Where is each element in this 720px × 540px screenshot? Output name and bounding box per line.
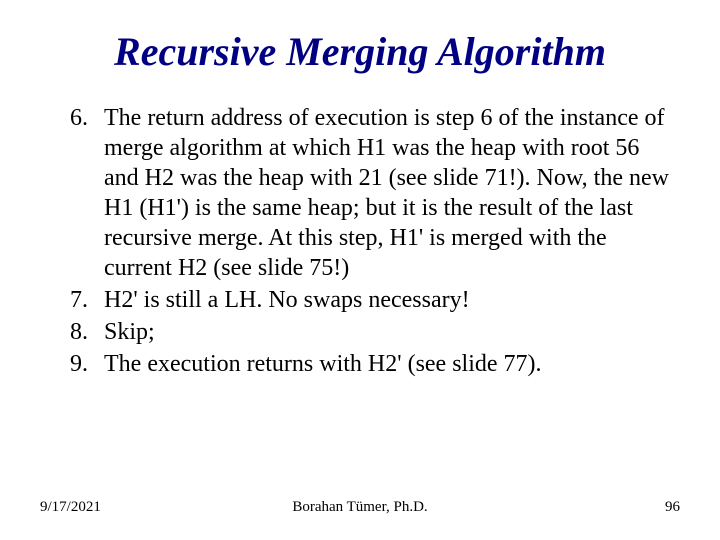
ordered-list: 6. The return address of execution is st… <box>40 103 680 379</box>
list-text: H2' is still a LH. No swaps necessary! <box>104 285 680 315</box>
list-text: The execution returns with H2' (see slid… <box>104 349 680 379</box>
list-number: 6. <box>40 103 104 283</box>
list-item: 7. H2' is still a LH. No swaps necessary… <box>40 285 680 315</box>
footer-author: Borahan Tümer, Ph.D. <box>0 499 720 516</box>
list-number: 7. <box>40 285 104 315</box>
list-text: The return address of execution is step … <box>104 103 680 283</box>
slide: Recursive Merging Algorithm 6. The retur… <box>0 0 720 540</box>
footer-date: 9/17/2021 <box>40 499 101 516</box>
footer-page: 96 <box>665 499 680 516</box>
list-item: 8. Skip; <box>40 317 680 347</box>
list-number: 8. <box>40 317 104 347</box>
slide-title: Recursive Merging Algorithm <box>40 28 680 75</box>
footer: 9/17/2021 Borahan Tümer, Ph.D. 96 <box>0 499 720 516</box>
list-item: 6. The return address of execution is st… <box>40 103 680 283</box>
list-number: 9. <box>40 349 104 379</box>
list-text: Skip; <box>104 317 680 347</box>
list-item: 9. The execution returns with H2' (see s… <box>40 349 680 379</box>
